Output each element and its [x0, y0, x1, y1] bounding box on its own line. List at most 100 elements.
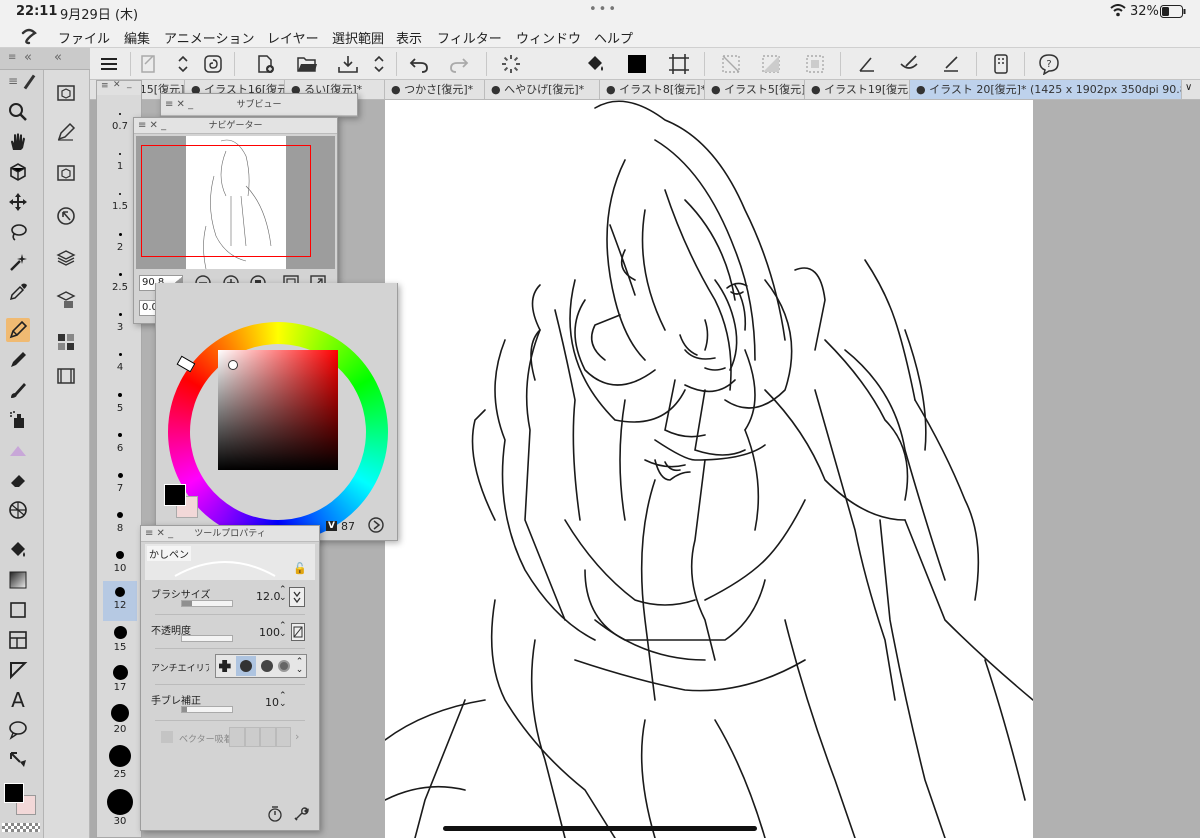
- opacity-pressure-icon[interactable]: [291, 623, 305, 641]
- brush-size-preset[interactable]: 1.5: [103, 185, 137, 225]
- stabilization-stepper[interactable]: ⌃ ⌄: [279, 692, 287, 709]
- stabilization-slider[interactable]: [181, 706, 233, 713]
- select-all-icon[interactable]: [802, 51, 828, 77]
- app-logo-icon[interactable]: [20, 27, 38, 49]
- brush-size-stepper[interactable]: ⌃ ⌄: [279, 586, 287, 603]
- tab-overflow-chevron-icon[interactable]: ∨: [1185, 82, 1192, 93]
- object-select-icon[interactable]: [6, 160, 30, 184]
- brush-size-preset[interactable]: 3: [103, 305, 137, 345]
- menu-edit[interactable]: 編集: [124, 28, 150, 47]
- opacity-stepper[interactable]: ⌃ ⌄: [279, 622, 287, 639]
- up-down-arrows-icon[interactable]: [170, 51, 196, 77]
- line-edit-icon[interactable]: [938, 51, 964, 77]
- menu-selection[interactable]: 選択範囲: [332, 28, 384, 47]
- antialias-stepper[interactable]: ⌃ ⌄: [296, 658, 304, 675]
- brush-size-preset[interactable]: 0.7: [103, 105, 137, 145]
- main-color-swatch[interactable]: [4, 783, 36, 815]
- collapse-icon[interactable]: «: [24, 50, 32, 65]
- new-canvas-icon[interactable]: [136, 51, 162, 77]
- brush-size-preset[interactable]: 6: [103, 425, 137, 465]
- panel-grip-icon[interactable]: ≡: [8, 52, 16, 63]
- decoration-tool-icon[interactable]: [6, 438, 30, 462]
- brush-size-preset[interactable]: 7: [103, 465, 137, 505]
- object-layer-icon[interactable]: [53, 80, 79, 104]
- pressure-toggle-icon[interactable]: [289, 587, 305, 607]
- ruler-snap-icon[interactable]: [854, 51, 880, 77]
- correct-line-icon[interactable]: [6, 748, 30, 772]
- redo-icon[interactable]: [446, 51, 472, 77]
- fill-bucket-icon[interactable]: [582, 51, 608, 77]
- brush-size-preset[interactable]: 10: [103, 545, 137, 585]
- hamburger-menu-icon[interactable]: [96, 51, 122, 77]
- panel-controls-icon[interactable]: ≡ ✕ _: [138, 118, 166, 134]
- vector-snap-checkbox[interactable]: [161, 731, 173, 743]
- brush-tool-icon[interactable]: [6, 378, 30, 402]
- move-tool-icon[interactable]: [6, 190, 30, 214]
- color-set-icon[interactable]: [53, 330, 79, 354]
- tab-document[interactable]: ● イラスト8[復元]*: [600, 80, 705, 99]
- hand-tool-icon[interactable]: [6, 130, 30, 154]
- frame-border-icon[interactable]: [6, 628, 30, 652]
- text-tool-icon[interactable]: A: [6, 688, 30, 712]
- material-panel-icon[interactable]: [53, 288, 79, 312]
- companion-mode-icon[interactable]: [988, 51, 1014, 77]
- brush-size-preset[interactable]: 1: [103, 145, 137, 185]
- menu-view[interactable]: 表示: [396, 28, 422, 47]
- transparent-color-icon[interactable]: [2, 823, 40, 832]
- drawing-canvas[interactable]: [385, 100, 1033, 838]
- antialias-strong-icon[interactable]: [278, 660, 291, 672]
- navigator-icon[interactable]: [53, 204, 79, 228]
- tab-document[interactable]: ● イラスト19[復元]*: [805, 80, 910, 99]
- menu-help[interactable]: ヘルプ: [594, 28, 633, 47]
- loading-spinner-icon[interactable]: [498, 51, 524, 77]
- brush-size-preset[interactable]: 17: [103, 661, 137, 701]
- home-indicator[interactable]: [443, 826, 757, 831]
- brush-size-slider[interactable]: [181, 600, 233, 607]
- eyedropper-icon[interactable]: [6, 280, 30, 304]
- menu-file[interactable]: ファイル: [58, 28, 110, 47]
- timeline-icon[interactable]: [53, 364, 79, 388]
- brush-size-preset[interactable]: 2.5: [103, 265, 137, 305]
- chevron-right-icon[interactable]: ›: [295, 730, 299, 743]
- opacity-slider[interactable]: [181, 635, 233, 642]
- eraser-tool-icon[interactable]: [6, 468, 30, 492]
- panel-controls-icon[interactable]: ≡ ✕ _: [145, 526, 173, 542]
- figure-tool-icon[interactable]: [6, 598, 30, 622]
- brush-size-preset-selected[interactable]: 12: [103, 581, 137, 621]
- multitask-dots-icon[interactable]: •••: [589, 2, 618, 17]
- brush-size-preset[interactable]: 20: [103, 701, 137, 743]
- undo-icon[interactable]: [406, 51, 432, 77]
- saturation-value-square[interactable]: [218, 350, 338, 470]
- brush-size-preset[interactable]: 5: [103, 385, 137, 425]
- layer-panel-icon[interactable]: [53, 246, 79, 270]
- zoom-tool-icon[interactable]: [6, 100, 30, 124]
- invert-selection-icon[interactable]: [758, 51, 784, 77]
- brush-edit-icon[interactable]: [896, 51, 922, 77]
- menu-window[interactable]: ウィンドウ: [516, 28, 581, 47]
- brush-size-preset[interactable]: 30: [103, 787, 137, 835]
- pencil-tool-icon[interactable]: [6, 348, 30, 372]
- brush-size-preset[interactable]: 8: [103, 505, 137, 545]
- panel-controls-icon[interactable]: ≡ ✕ _: [165, 94, 193, 116]
- magic-wand-icon[interactable]: [6, 250, 30, 274]
- layer-property-icon[interactable]: [53, 160, 79, 184]
- open-file-icon[interactable]: [294, 51, 320, 77]
- sv-picker-cursor[interactable]: [228, 360, 238, 370]
- new-file-icon[interactable]: [252, 51, 278, 77]
- antialias-selector[interactable]: ⌃ ⌄: [215, 654, 307, 678]
- airbrush-tool-icon[interactable]: [6, 408, 30, 432]
- fill-tool-icon[interactable]: [6, 538, 30, 562]
- balloon-tool-icon[interactable]: [6, 718, 30, 742]
- brush-size-preset[interactable]: 4: [103, 345, 137, 385]
- brush-size-preset[interactable]: 25: [103, 743, 137, 787]
- panel-minimize-icon[interactable]: _: [127, 79, 132, 89]
- deselect-icon[interactable]: [718, 51, 744, 77]
- panel-menu-icon[interactable]: ≡: [101, 81, 109, 91]
- lasso-tool-icon[interactable]: [6, 220, 30, 244]
- menu-filter[interactable]: フィルター: [437, 28, 502, 47]
- help-icon[interactable]: ?: [1036, 51, 1062, 77]
- tab-active-document[interactable]: ● イラスト 20[復元]* (1425 x 1902px 350dpi 90.…: [910, 80, 1182, 99]
- gradient-tool-icon[interactable]: [6, 568, 30, 592]
- menu-animation[interactable]: アニメーション: [164, 28, 254, 47]
- menu-layer[interactable]: レイヤー: [267, 28, 319, 47]
